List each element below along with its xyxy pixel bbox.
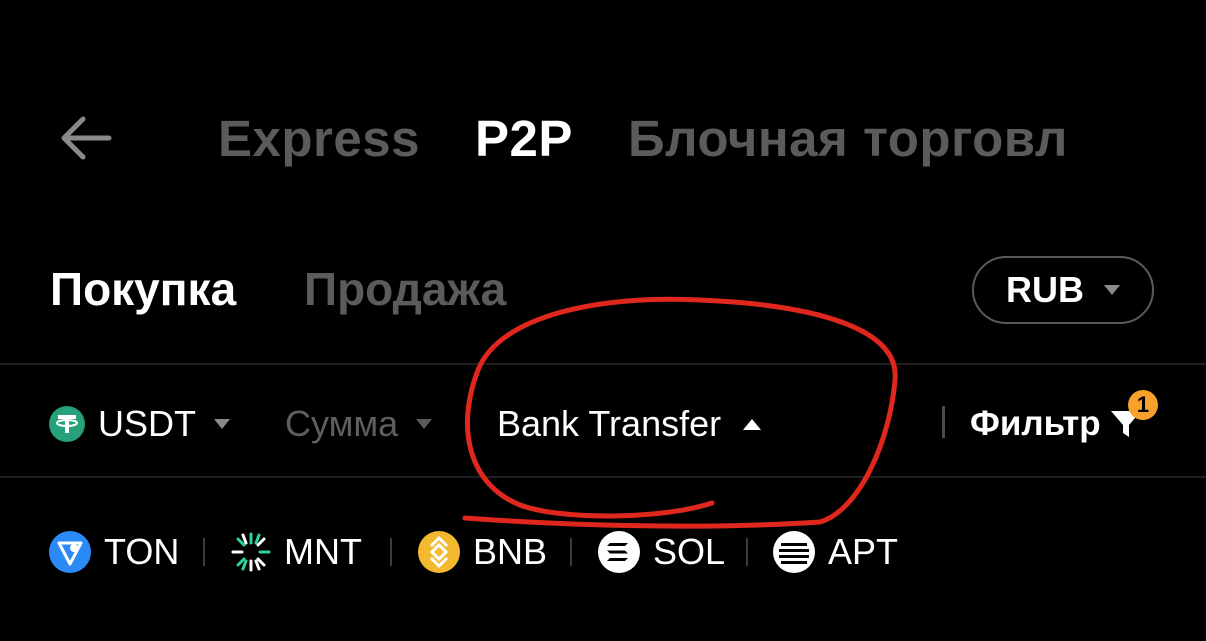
bnb-icon	[418, 531, 460, 573]
chevron-up-icon	[743, 418, 762, 430]
arrow-left-icon	[61, 116, 112, 160]
ton-icon	[49, 531, 91, 573]
chevron-down-icon	[1104, 285, 1120, 295]
tab-sell[interactable]: Продажа	[304, 260, 506, 318]
aptos-icon	[773, 531, 815, 573]
coin-name: SOL	[653, 531, 726, 572]
coin-name: TON	[104, 531, 180, 572]
filter-label: Фильтр	[970, 404, 1101, 443]
asset-label: USDT	[98, 403, 196, 444]
coin-name: APT	[828, 531, 899, 572]
fiat-currency-value: RUB	[1006, 269, 1084, 310]
coin-name: MNT	[284, 531, 362, 572]
asset-dropdown[interactable]: USDT	[48, 395, 230, 453]
divider	[942, 406, 945, 438]
amount-dropdown[interactable]: Сумма	[285, 395, 433, 453]
payment-method-label: Bank Transfer	[497, 403, 722, 444]
mantle-icon	[231, 532, 271, 572]
fiat-currency-dropdown[interactable]: RUB	[972, 256, 1154, 324]
coin-apt[interactable]: APT	[772, 527, 898, 577]
chevron-down-icon	[214, 419, 230, 429]
back-button[interactable]	[52, 105, 118, 171]
divider	[203, 538, 205, 566]
solana-icon	[598, 531, 640, 573]
tab-buy[interactable]: Покупка	[50, 260, 236, 318]
divider	[390, 538, 392, 566]
coin-name: BNB	[473, 531, 548, 572]
chevron-down-icon	[416, 419, 433, 429]
filter-count-badge: 1	[1128, 390, 1158, 420]
coin-ton[interactable]: TON	[48, 527, 179, 577]
tab-block-trading[interactable]: Блочная торговл	[628, 108, 1098, 170]
tab-p2p[interactable]: P2P	[475, 108, 573, 170]
divider	[746, 538, 748, 566]
filter-button[interactable]: Фильтр	[970, 395, 1143, 453]
payment-method-dropdown[interactable]: Bank Transfer	[497, 395, 762, 453]
coin-mnt[interactable]: MNT	[230, 527, 362, 577]
amount-label: Сумма	[285, 403, 399, 444]
divider	[0, 363, 1206, 365]
coin-sol[interactable]: SOL	[597, 527, 725, 577]
divider	[570, 538, 572, 566]
tab-express[interactable]: Express	[218, 108, 420, 170]
coin-bnb[interactable]: BNB	[417, 527, 547, 577]
divider	[0, 476, 1206, 478]
tether-icon	[49, 406, 85, 442]
